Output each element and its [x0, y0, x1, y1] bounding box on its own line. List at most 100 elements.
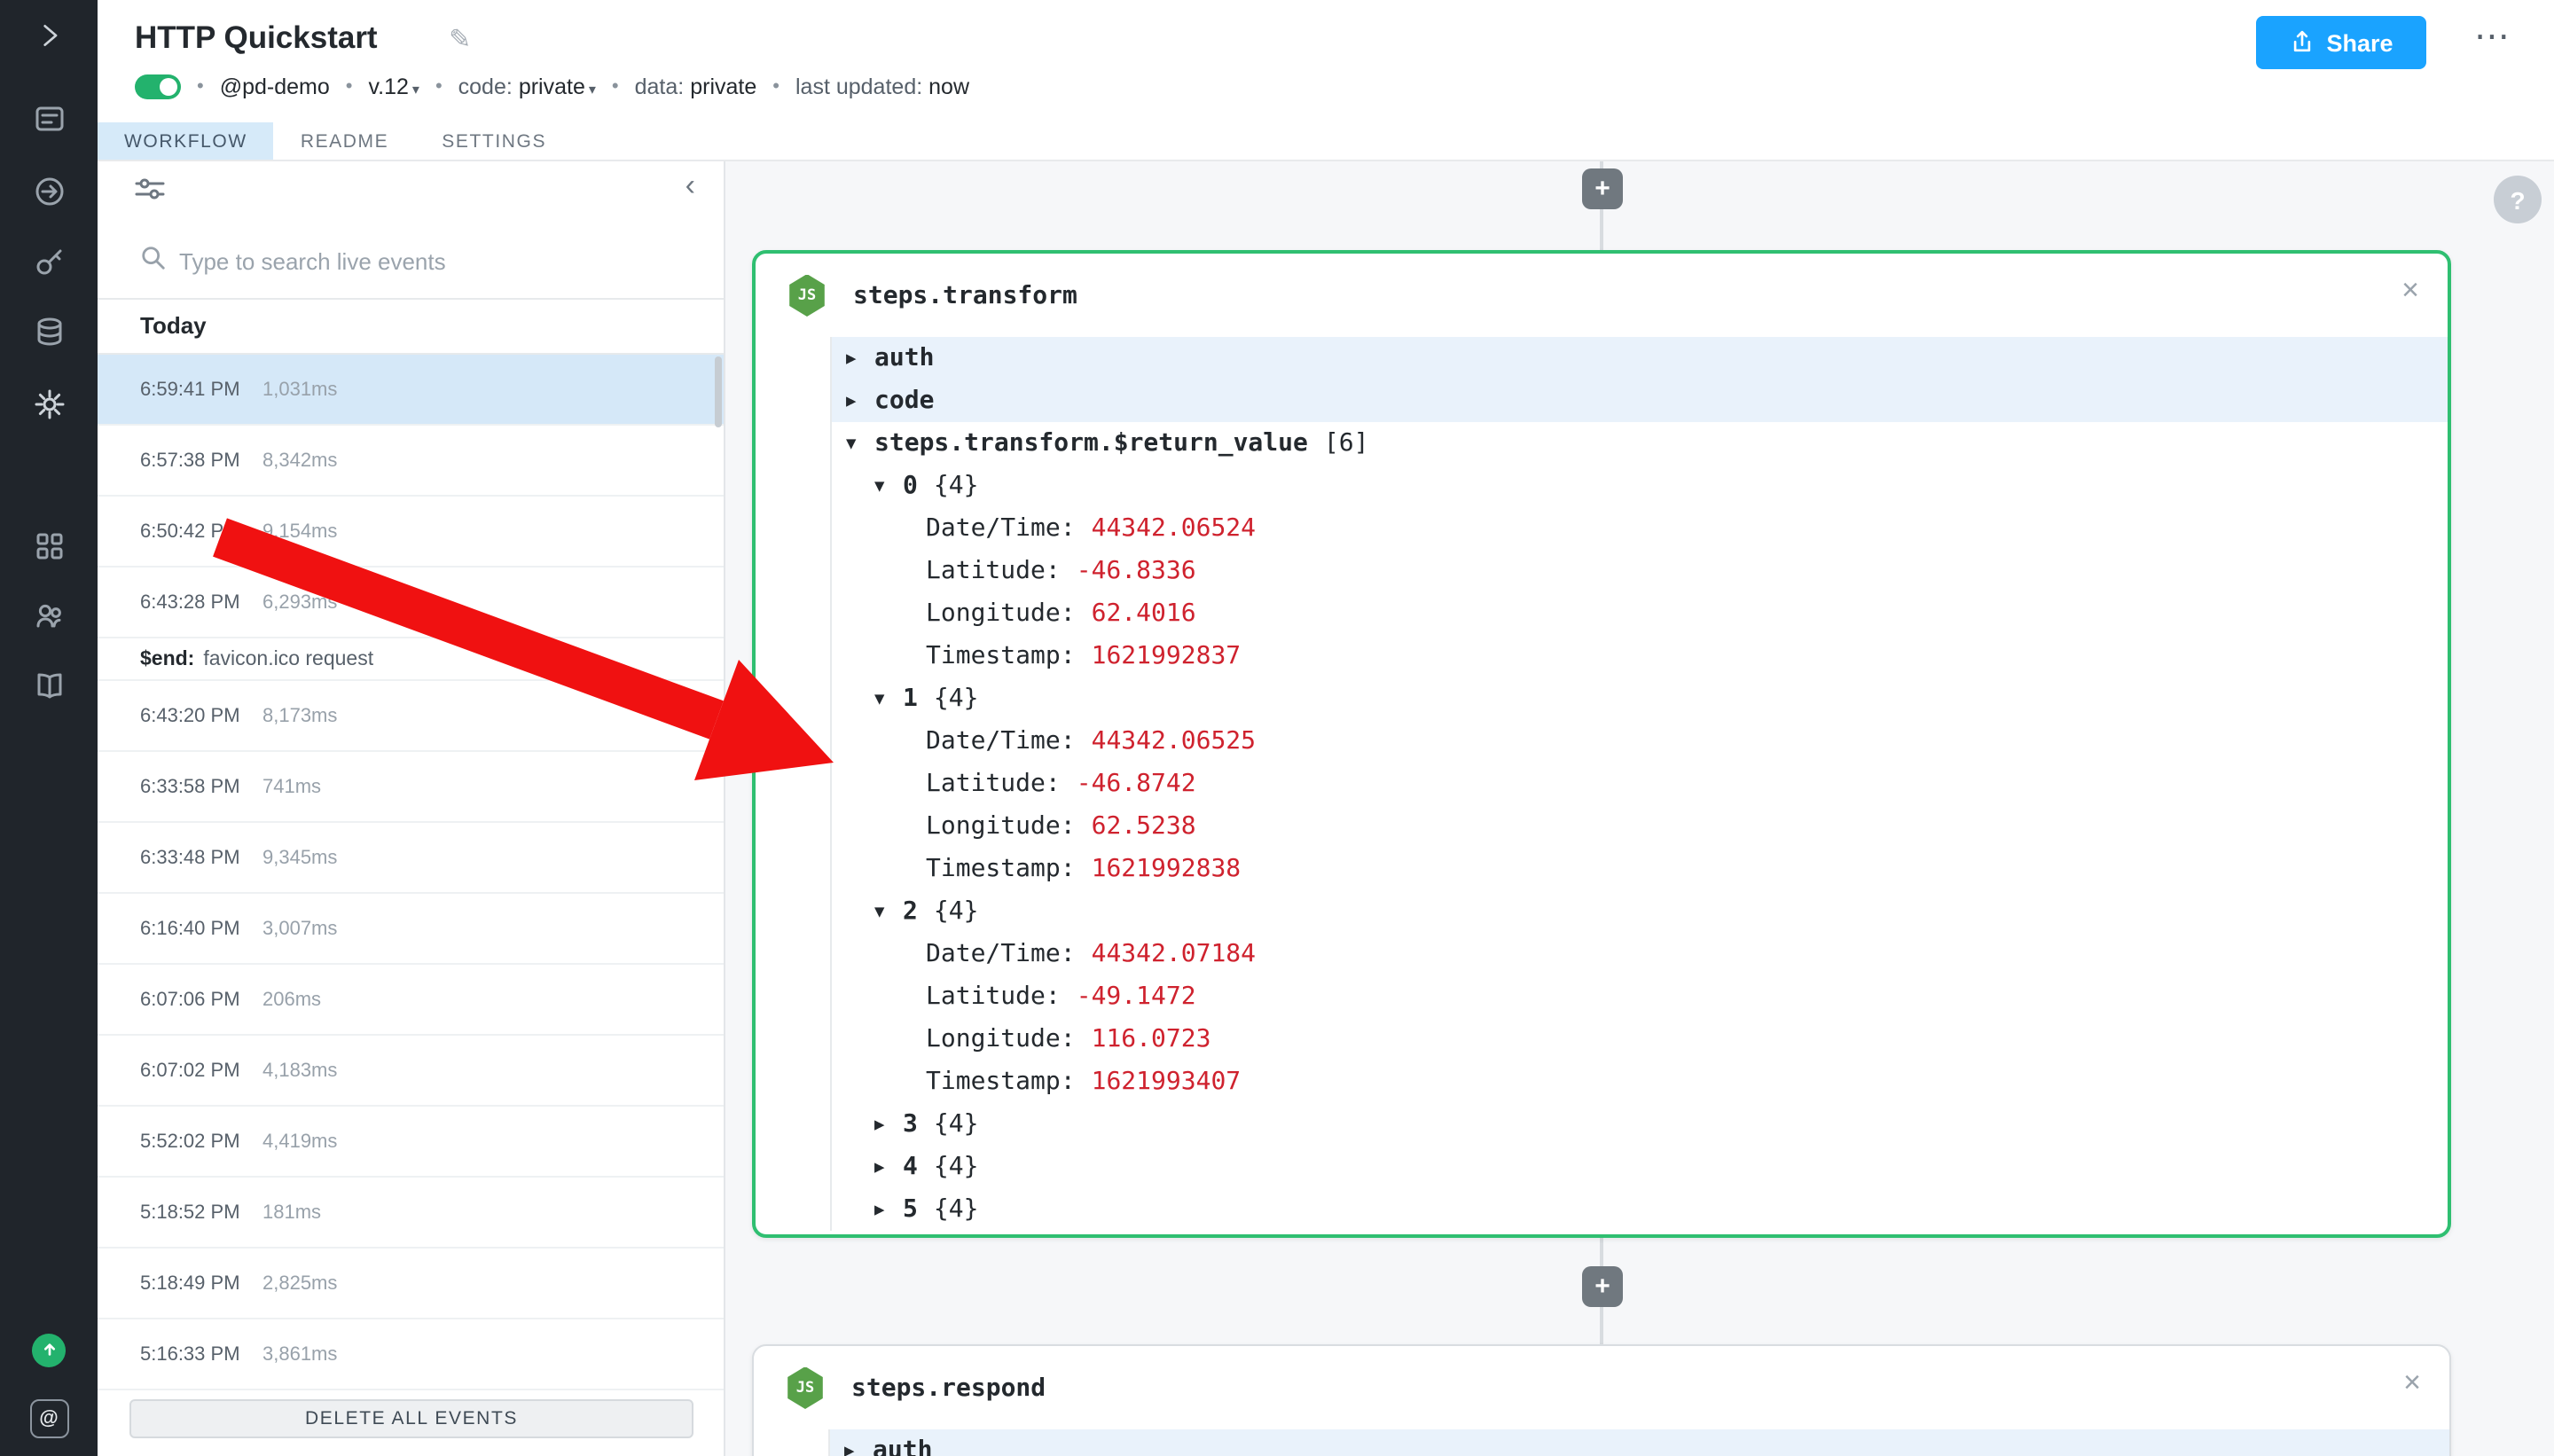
- return-value-label: steps.transform.$return_value: [874, 429, 1308, 458]
- field-value: 44342.06524: [1092, 514, 1256, 543]
- version-dropdown[interactable]: v.12▾: [369, 74, 419, 99]
- event-row[interactable]: 6:43:20 PM 8,173ms: [98, 681, 724, 752]
- deploy-toggle[interactable]: [135, 74, 181, 99]
- at-icon: @: [29, 1399, 68, 1438]
- event-duration: 8,342ms: [262, 450, 337, 471]
- edit-title-icon[interactable]: ✎: [449, 23, 471, 55]
- connected-accounts-icon[interactable]: [0, 241, 98, 284]
- collapse-icon[interactable]: ▼: [846, 434, 874, 453]
- step-title: steps.respond: [851, 1374, 1046, 1402]
- step-card-respond[interactable]: JS steps.respond × ▶ auth: [752, 1344, 2451, 1456]
- item-size-badge: {4}: [934, 1110, 979, 1139]
- event-row[interactable]: 6:59:41 PM 1,031ms: [98, 355, 724, 426]
- field-row: Latitude: -46.8742: [832, 763, 2448, 805]
- event-time: 6:33:58 PM: [140, 776, 262, 797]
- step-result-body: ▶ auth: [754, 1429, 2449, 1456]
- workflows-icon[interactable]: [0, 170, 98, 213]
- array-item-row[interactable]: ▼ 0 {4}: [832, 465, 2448, 507]
- close-icon[interactable]: ×: [2401, 273, 2419, 309]
- event-row[interactable]: 6:16:40 PM 3,007ms: [98, 894, 724, 965]
- event-sources-icon[interactable]: [0, 98, 98, 140]
- collapse-icon[interactable]: ▼: [874, 476, 903, 496]
- docs-book-icon[interactable]: [0, 665, 98, 708]
- event-list: 6:59:41 PM 1,031ms 6:57:38 PM 8,342ms 6:…: [98, 353, 724, 1390]
- chevron-down-icon: ▾: [412, 82, 419, 98]
- step-header[interactable]: JS steps.transform ×: [756, 254, 2448, 337]
- return-value-row[interactable]: ▼ steps.transform.$return_value [6]: [832, 422, 2448, 465]
- event-row[interactable]: 5:52:02 PM 4,419ms: [98, 1107, 724, 1178]
- section-auth[interactable]: ▶ auth: [832, 337, 2448, 380]
- step-header[interactable]: JS steps.respond ×: [754, 1346, 2449, 1429]
- step-card-transform[interactable]: JS steps.transform × ▶ auth ▶ code: [752, 250, 2451, 1238]
- expand-icon[interactable]: ▶: [874, 1157, 903, 1177]
- array-item-row[interactable]: ▼ 2 {4}: [832, 890, 2448, 933]
- array-item-row[interactable]: ▼ 1 {4}: [832, 677, 2448, 720]
- array-item-row[interactable]: ▶ 4 {4}: [832, 1146, 2448, 1188]
- item-index: 4: [903, 1153, 918, 1181]
- scrollbar-thumb[interactable]: [715, 356, 722, 427]
- event-time: 6:33:48 PM: [140, 847, 262, 868]
- event-row[interactable]: 6:57:38 PM 8,342ms: [98, 426, 724, 497]
- field-value: 116.0723: [1092, 1025, 1211, 1053]
- section-auth[interactable]: ▶ auth: [830, 1429, 2449, 1456]
- event-row[interactable]: 6:07:06 PM 206ms: [98, 965, 724, 1036]
- expand-icon[interactable]: ▶: [874, 1200, 903, 1219]
- add-step-button[interactable]: +: [1582, 1266, 1623, 1307]
- event-time: 6:43:28 PM: [140, 591, 262, 613]
- collapse-panel-icon[interactable]: ‹: [686, 168, 695, 204]
- code-visibility-dropdown[interactable]: code: private▾: [458, 74, 596, 99]
- event-row[interactable]: 5:18:52 PM 181ms: [98, 1178, 724, 1249]
- apps-grid-icon[interactable]: [0, 525, 98, 568]
- collapse-icon[interactable]: ▼: [874, 689, 903, 708]
- section-code[interactable]: ▶ code: [832, 380, 2448, 422]
- status-up-icon[interactable]: [0, 1328, 98, 1371]
- close-icon[interactable]: ×: [2403, 1366, 2421, 1401]
- collapse-icon[interactable]: ▼: [874, 902, 903, 921]
- data-stores-icon[interactable]: [0, 310, 98, 353]
- event-row[interactable]: 6:50:42 PM 9,154ms: [98, 497, 724, 568]
- section-label: auth: [874, 344, 934, 372]
- event-time: 5:18:49 PM: [140, 1272, 262, 1294]
- event-duration: 9,154ms: [262, 521, 337, 542]
- field-value: -46.8336: [1077, 557, 1196, 585]
- item-index: 0: [903, 472, 918, 500]
- search-input[interactable]: [176, 239, 679, 282]
- event-time: 6:59:41 PM: [140, 379, 262, 400]
- field-row: Timestamp: 1621992837: [832, 635, 2448, 677]
- array-length-badge: [6]: [1324, 429, 1369, 458]
- settings-gear-icon[interactable]: [0, 383, 98, 426]
- array-item-row[interactable]: ▶ 3 {4}: [832, 1103, 2448, 1146]
- expand-icon[interactable]: ▶: [874, 1115, 903, 1134]
- tab-settings[interactable]: SETTINGS: [415, 122, 573, 160]
- tab-readme[interactable]: README: [274, 122, 415, 160]
- share-button[interactable]: Share: [2256, 16, 2426, 69]
- event-time: 6:07:06 PM: [140, 989, 262, 1010]
- end-marker-text: favicon.ico request: [203, 648, 373, 669]
- expand-rail-icon[interactable]: [0, 14, 98, 57]
- event-row[interactable]: 6:33:58 PM 741ms: [98, 752, 724, 823]
- header: HTTP Quickstart ✎ Share ⋯ • @pd-demo • v…: [98, 0, 2554, 161]
- account-avatar[interactable]: @: [0, 1397, 98, 1440]
- field-row: Longitude: 116.0723: [832, 1018, 2448, 1061]
- tab-workflow[interactable]: WORKFLOW: [98, 122, 274, 160]
- more-menu-icon[interactable]: ⋯: [2474, 14, 2511, 59]
- expand-icon[interactable]: ▶: [846, 348, 874, 368]
- array-item-row[interactable]: ▶ 5 {4}: [832, 1188, 2448, 1231]
- toggle-knob: [160, 78, 177, 96]
- help-button[interactable]: ?: [2494, 176, 2542, 223]
- delete-all-events-button[interactable]: DELETE ALL EVENTS: [129, 1399, 693, 1438]
- event-row[interactable]: 6:07:02 PM 4,183ms: [98, 1036, 724, 1107]
- expand-icon[interactable]: ▶: [844, 1441, 873, 1456]
- event-time: 6:07:02 PM: [140, 1060, 262, 1081]
- add-step-button[interactable]: +: [1582, 168, 1623, 209]
- event-row[interactable]: 5:18:49 PM 2,825ms: [98, 1249, 724, 1319]
- search-icon: [140, 245, 167, 271]
- account-link[interactable]: @pd-demo: [220, 74, 330, 99]
- event-row[interactable]: 6:43:28 PM 6,293ms: [98, 568, 724, 638]
- expand-icon[interactable]: ▶: [846, 391, 874, 411]
- filter-sliders-icon[interactable]: [135, 176, 165, 213]
- event-row[interactable]: 6:33:48 PM 9,345ms: [98, 823, 724, 894]
- end-marker-prefix: $end:: [140, 648, 194, 669]
- event-row[interactable]: 5:16:33 PM 3,861ms: [98, 1319, 724, 1390]
- community-icon[interactable]: [0, 594, 98, 637]
